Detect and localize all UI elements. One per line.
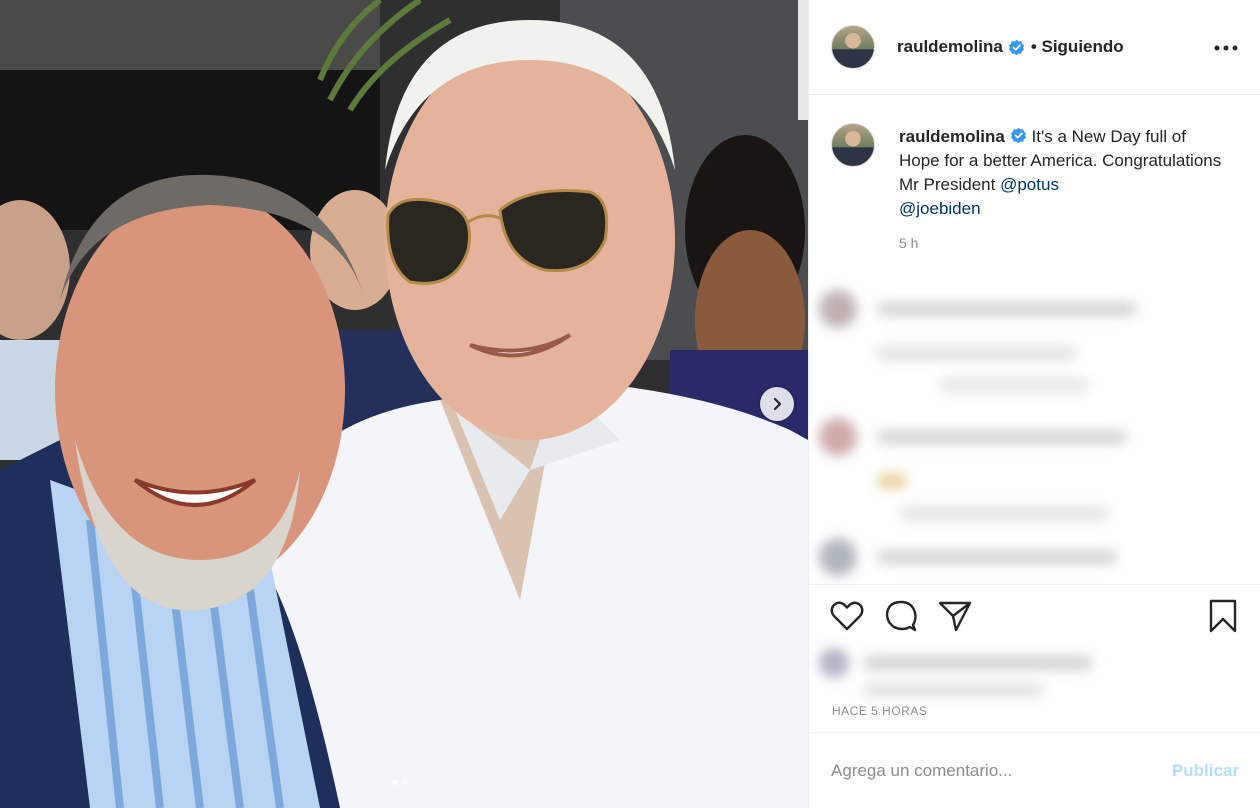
chevron-right-icon: [773, 397, 782, 411]
verified-badge-icon: [1010, 127, 1027, 144]
username-link[interactable]: rauldemolina: [897, 37, 1003, 57]
bookmark-icon: [1209, 599, 1237, 632]
carousel-dot-active: [392, 779, 398, 785]
comment-form: Publicar: [809, 732, 1260, 808]
publish-button[interactable]: Publicar: [1172, 761, 1239, 781]
more-options-icon[interactable]: [1214, 38, 1238, 56]
carousel-indicator: [392, 779, 408, 785]
caption-username-link[interactable]: rauldemolina: [899, 127, 1005, 146]
save-button[interactable]: [1205, 598, 1241, 634]
blurred-comments: [819, 290, 1249, 594]
post-caption: rauldemolina It's a New Day full of Hope…: [809, 95, 1260, 281]
verified-badge-icon: [1008, 39, 1025, 56]
comment-input[interactable]: [831, 760, 1172, 781]
avatar[interactable]: [831, 25, 875, 69]
post-header: rauldemolina • Siguiendo: [809, 0, 1260, 95]
like-button[interactable]: [829, 598, 865, 634]
caption-avatar[interactable]: [831, 123, 875, 167]
share-button[interactable]: [937, 598, 973, 634]
mention-joebiden-link[interactable]: @joebiden: [899, 199, 981, 218]
blurred-likes: [819, 648, 1119, 696]
photo-image: [0, 0, 808, 808]
mention-potus-link[interactable]: @potus: [1000, 175, 1059, 194]
post-timestamp: HACE 5 HORAS: [832, 704, 928, 718]
caption-timestamp: 5 h: [899, 235, 919, 251]
comment-button[interactable]: [883, 598, 919, 634]
post-actions: [809, 584, 1260, 646]
caption-text: rauldemolina It's a New Day full of Hope…: [899, 125, 1229, 221]
paper-plane-icon: [938, 601, 972, 631]
post-sidebar: rauldemolina • Siguiendo rauldemolina It…: [808, 0, 1260, 808]
following-status[interactable]: • Siguiendo: [1031, 37, 1124, 57]
carousel-next-button[interactable]: [760, 387, 794, 421]
carousel-dot: [402, 779, 408, 785]
post-photo[interactable]: [0, 0, 808, 808]
heart-icon: [830, 601, 864, 630]
comment-bubble-icon: [885, 600, 917, 631]
